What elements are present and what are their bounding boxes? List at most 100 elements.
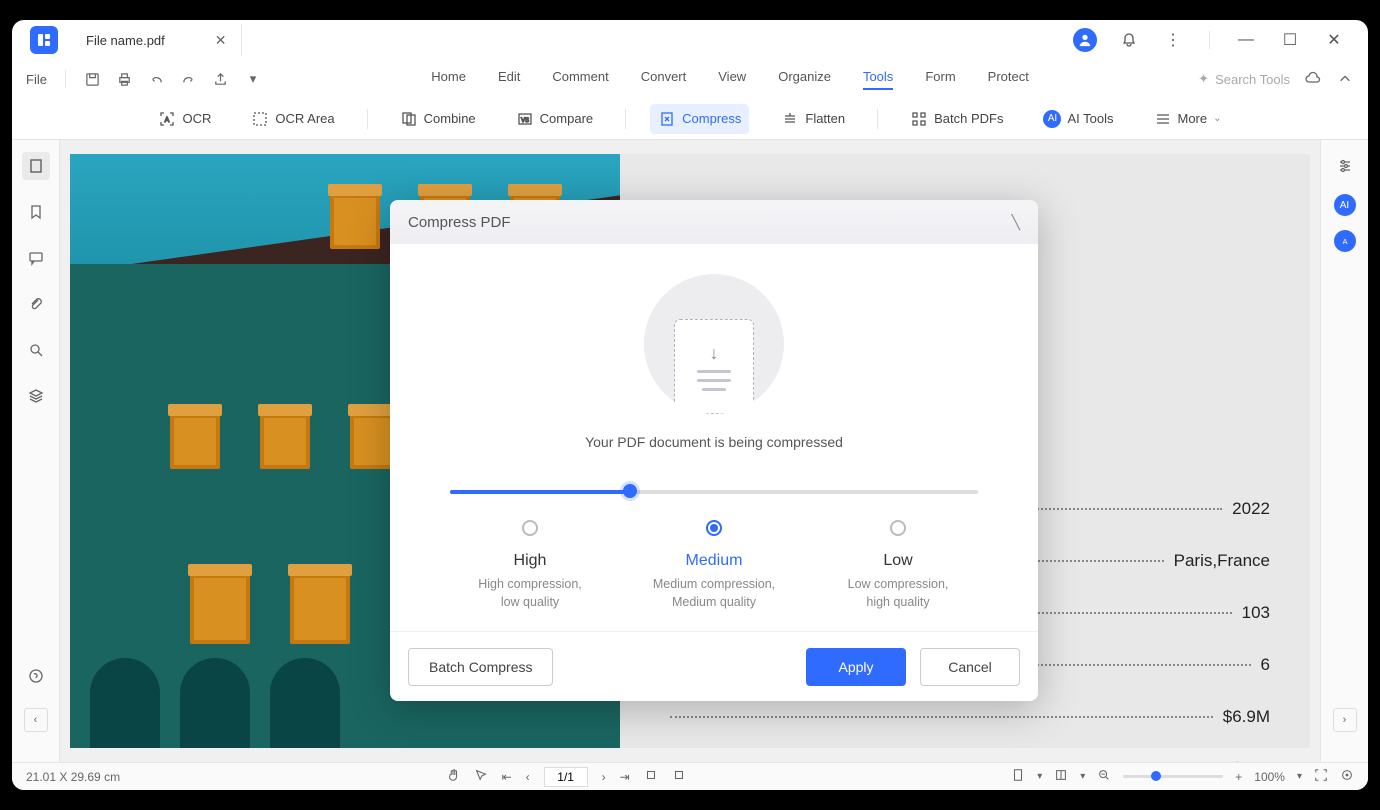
attachment-icon[interactable] bbox=[22, 290, 50, 318]
first-page-icon[interactable]: ⇤ bbox=[502, 770, 512, 784]
dialog-title: Compress PDF bbox=[408, 214, 511, 231]
compress-icon bbox=[658, 110, 676, 128]
radio-medium[interactable] bbox=[706, 520, 722, 536]
user-avatar-icon[interactable] bbox=[1073, 28, 1097, 52]
layout-icon[interactable] bbox=[1054, 768, 1068, 785]
slider-thumb[interactable] bbox=[623, 484, 637, 498]
more-button[interactable]: More⌄ bbox=[1146, 104, 1230, 134]
rotate-left-icon[interactable] bbox=[644, 768, 658, 785]
data-row: $102 bbox=[660, 752, 1270, 762]
flatten-button[interactable]: Flatten bbox=[773, 104, 853, 134]
file-menu[interactable]: File bbox=[26, 72, 47, 87]
data-row: $6.9M bbox=[660, 700, 1270, 734]
ai-panel-icon[interactable]: AI bbox=[1334, 194, 1356, 216]
close-window-icon[interactable]: ✕ bbox=[1322, 28, 1346, 52]
save-icon[interactable] bbox=[84, 70, 102, 88]
translate-icon[interactable]: A bbox=[1334, 230, 1356, 252]
ocr-area-icon bbox=[251, 110, 269, 128]
cancel-button[interactable]: Cancel bbox=[920, 648, 1020, 686]
thumbnails-icon[interactable] bbox=[22, 152, 50, 180]
batch-compress-button[interactable]: Batch Compress bbox=[408, 648, 553, 686]
combine-button[interactable]: Combine bbox=[392, 104, 484, 134]
redo-icon[interactable] bbox=[180, 70, 198, 88]
radio-low[interactable] bbox=[890, 520, 906, 536]
close-tab-icon[interactable]: ✕ bbox=[215, 32, 227, 49]
maximize-icon[interactable]: ☐ bbox=[1278, 28, 1302, 52]
collapse-icon[interactable] bbox=[1336, 70, 1354, 88]
compare-icon: VS bbox=[516, 110, 534, 128]
option-medium[interactable]: Medium Medium compression,Medium quality bbox=[634, 520, 794, 611]
fullscreen-icon[interactable] bbox=[1314, 768, 1328, 785]
search-rail-icon[interactable] bbox=[22, 336, 50, 364]
ocr-area-button[interactable]: OCR Area bbox=[243, 104, 342, 134]
last-page-icon[interactable]: ⇥ bbox=[620, 770, 630, 784]
menu-protect[interactable]: Protect bbox=[988, 69, 1029, 90]
dropdown-icon[interactable]: ▾ bbox=[244, 70, 262, 88]
tools-toolbar: AOCR OCR Area Combine VSCompare Compress… bbox=[12, 98, 1368, 140]
menu-home[interactable]: Home bbox=[431, 69, 466, 90]
menu-organize[interactable]: Organize bbox=[778, 69, 831, 90]
comment-rail-icon[interactable] bbox=[22, 244, 50, 272]
next-page-icon[interactable]: › bbox=[602, 770, 606, 784]
print-icon[interactable] bbox=[116, 70, 134, 88]
apply-button[interactable]: Apply bbox=[806, 648, 906, 686]
dialog-message: Your PDF document is being compressed bbox=[430, 434, 998, 450]
help-icon[interactable] bbox=[22, 662, 50, 690]
ai-tools-button[interactable]: AIAI Tools bbox=[1035, 104, 1121, 134]
hand-tool-icon[interactable] bbox=[446, 768, 460, 785]
ocr-icon: A bbox=[158, 110, 176, 128]
option-high[interactable]: High High compression,low quality bbox=[450, 520, 610, 611]
combine-icon bbox=[400, 110, 418, 128]
notification-icon[interactable] bbox=[1117, 28, 1141, 52]
page-input[interactable] bbox=[544, 767, 588, 787]
dialog-close-icon[interactable]: ╲ bbox=[1012, 214, 1020, 231]
zoom-slider[interactable] bbox=[1123, 775, 1223, 778]
layers-icon[interactable] bbox=[22, 382, 50, 410]
menu-tools[interactable]: Tools bbox=[863, 69, 893, 90]
page-dimensions: 21.01 X 29.69 cm bbox=[26, 770, 120, 784]
bookmark-icon[interactable] bbox=[22, 198, 50, 226]
compression-slider[interactable] bbox=[450, 490, 978, 494]
undo-icon[interactable] bbox=[148, 70, 166, 88]
tab-filename: File name.pdf bbox=[86, 33, 165, 48]
statusbar: 21.01 X 29.69 cm ⇤ ‹ › ⇥ ▾ ▾ + 100% ▾ bbox=[12, 762, 1368, 790]
chevron-down-icon: ⌄ bbox=[1213, 113, 1221, 124]
batch-icon bbox=[910, 110, 928, 128]
kebab-menu-icon[interactable]: ⋮ bbox=[1161, 28, 1185, 52]
read-mode-icon[interactable] bbox=[1340, 768, 1354, 785]
properties-icon[interactable] bbox=[1331, 152, 1359, 180]
radio-high[interactable] bbox=[522, 520, 538, 536]
compress-button[interactable]: Compress bbox=[650, 104, 749, 134]
zoom-out-icon[interactable] bbox=[1097, 768, 1111, 785]
menu-convert[interactable]: Convert bbox=[641, 69, 687, 90]
minimize-icon[interactable]: — bbox=[1234, 28, 1258, 52]
option-low[interactable]: Low Low compression,high quality bbox=[818, 520, 978, 611]
compare-button[interactable]: VSCompare bbox=[508, 104, 601, 134]
select-tool-icon[interactable] bbox=[474, 768, 488, 785]
flatten-icon bbox=[781, 110, 799, 128]
compress-dialog: Compress PDF ╲ ↓ Your PDF document is be… bbox=[390, 200, 1038, 701]
batch-pdfs-button[interactable]: Batch PDFs bbox=[902, 104, 1011, 134]
expand-left-icon[interactable]: ‹ bbox=[24, 708, 48, 732]
ocr-button[interactable]: AOCR bbox=[150, 104, 219, 134]
share-icon[interactable] bbox=[212, 70, 230, 88]
search-tools[interactable]: ✦ Search Tools bbox=[1198, 71, 1290, 87]
app-window: File name.pdf ✕ ⋮ — ☐ ✕ File ▾ bbox=[12, 20, 1368, 790]
menu-form[interactable]: Form bbox=[925, 69, 955, 90]
svg-text:A: A bbox=[165, 117, 170, 124]
document-tab[interactable]: File name.pdf ✕ bbox=[72, 24, 242, 56]
menu-view[interactable]: View bbox=[718, 69, 746, 90]
expand-right-icon[interactable]: › bbox=[1333, 708, 1357, 732]
menubar: File ▾ Home Edit Comment Convert View Or… bbox=[12, 60, 1368, 98]
cloud-icon[interactable] bbox=[1304, 70, 1322, 88]
sparkle-icon: ✦ bbox=[1198, 71, 1209, 87]
menu-comment[interactable]: Comment bbox=[552, 69, 608, 90]
fit-page-icon[interactable] bbox=[1011, 768, 1025, 785]
zoom-in-icon[interactable]: + bbox=[1235, 770, 1242, 784]
search-placeholder: Search Tools bbox=[1215, 72, 1290, 87]
left-sidebar: ‹ bbox=[12, 140, 60, 762]
svg-text:VS: VS bbox=[521, 118, 529, 124]
rotate-right-icon[interactable] bbox=[672, 768, 686, 785]
menu-edit[interactable]: Edit bbox=[498, 69, 520, 90]
prev-page-icon[interactable]: ‹ bbox=[526, 770, 530, 784]
